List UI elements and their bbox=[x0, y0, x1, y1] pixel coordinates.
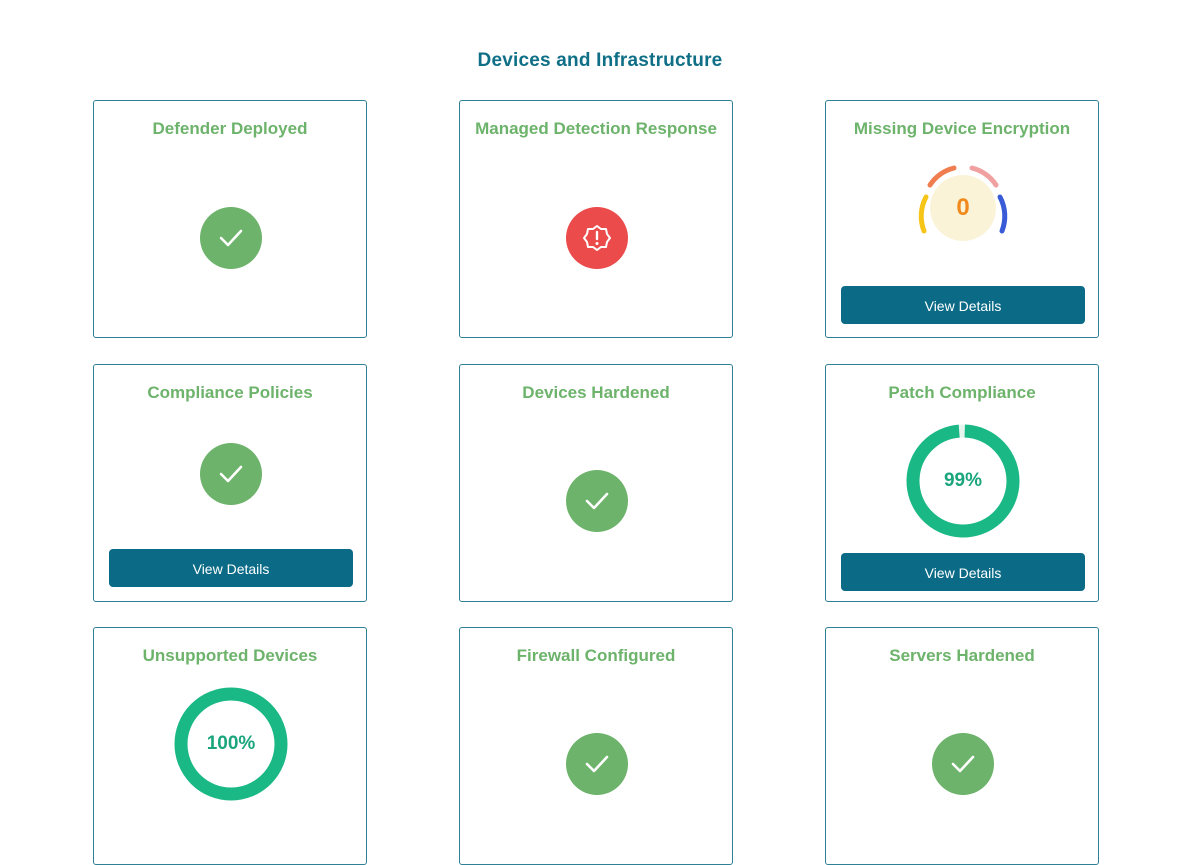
encryption-count: 0 bbox=[930, 175, 996, 241]
check-icon bbox=[932, 733, 994, 795]
alert-icon bbox=[566, 207, 628, 269]
card-servers-hardened: Servers Hardened bbox=[825, 627, 1099, 865]
card-compliance-policies: Compliance Policies View Details bbox=[93, 364, 367, 602]
ring-percent-label: 100% bbox=[206, 733, 256, 754]
card-title: Missing Device Encryption bbox=[853, 119, 1071, 138]
card-title: Devices Hardened bbox=[522, 383, 670, 402]
encryption-gauge: 0 bbox=[912, 161, 1014, 243]
check-icon bbox=[566, 470, 628, 532]
card-managed-detection-response: Managed Detection Response bbox=[459, 100, 733, 338]
check-icon bbox=[566, 733, 628, 795]
card-title: Managed Detection Response bbox=[475, 119, 717, 138]
view-details-button[interactable]: View Details bbox=[841, 553, 1085, 591]
card-title: Firewall Configured bbox=[516, 646, 676, 665]
card-devices-hardened: Devices Hardened bbox=[459, 364, 733, 602]
card-firewall-configured: Firewall Configured bbox=[459, 627, 733, 865]
check-icon bbox=[200, 443, 262, 505]
card-title: Servers Hardened bbox=[889, 646, 1035, 665]
ring-percent-label: 99% bbox=[943, 470, 983, 491]
check-icon bbox=[200, 207, 262, 269]
view-details-button[interactable]: View Details bbox=[841, 286, 1085, 324]
patch-compliance-ring: 99% bbox=[906, 424, 1020, 538]
card-unsupported-devices: Unsupported Devices 100% bbox=[93, 627, 367, 865]
card-title: Patch Compliance bbox=[888, 383, 1036, 402]
card-missing-device-encryption: Missing Device Encryption 0 View Details bbox=[825, 100, 1099, 338]
card-defender-deployed: Defender Deployed bbox=[93, 100, 367, 338]
card-title: Unsupported Devices bbox=[142, 646, 318, 665]
card-patch-compliance: Patch Compliance 99% View Details bbox=[825, 364, 1099, 602]
card-title: Defender Deployed bbox=[152, 119, 308, 138]
card-title: Compliance Policies bbox=[147, 383, 313, 402]
unsupported-devices-ring: 100% bbox=[174, 687, 288, 801]
page-title: Devices and Infrastructure bbox=[477, 50, 723, 71]
view-details-button[interactable]: View Details bbox=[109, 549, 353, 587]
